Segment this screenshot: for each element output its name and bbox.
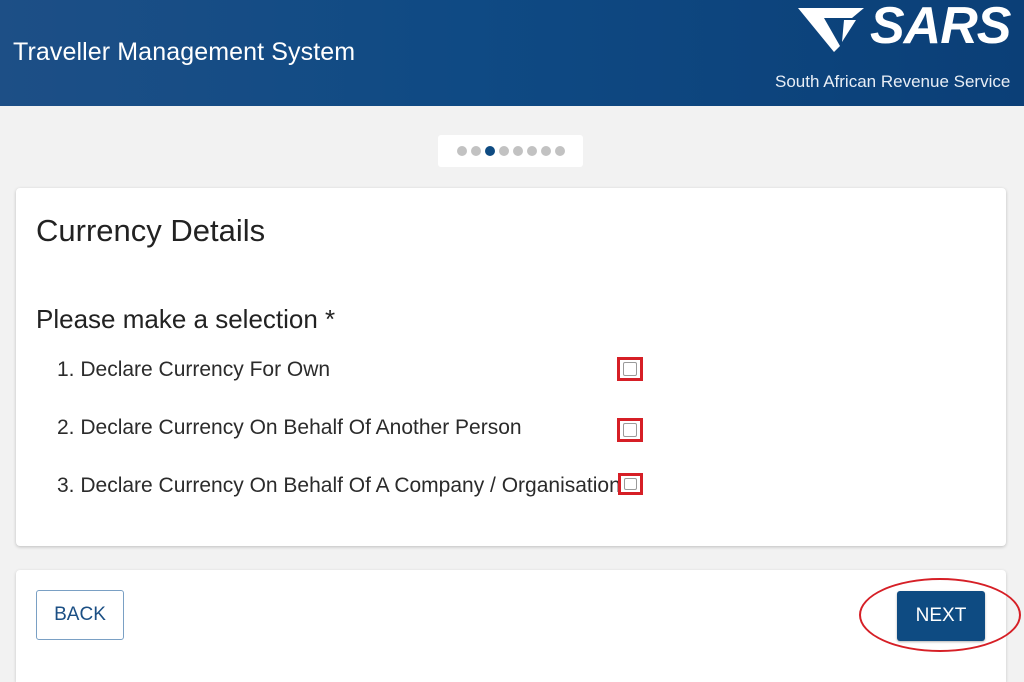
step-dot [498, 146, 509, 156]
app-title: Traveller Management System [13, 38, 356, 66]
organisation-name: South African Revenue Service [775, 72, 1011, 91]
checkbox-own[interactable] [617, 357, 643, 381]
progress-stepper [438, 135, 583, 167]
checkbox-another-person[interactable] [617, 418, 643, 442]
app-header: Traveller Management System SARS South A… [0, 0, 1024, 106]
step-dot [456, 146, 467, 156]
step-dot [526, 146, 537, 156]
step-dot [540, 146, 551, 156]
step-dot [470, 146, 481, 156]
option-label-company: 3. Declare Currency On Behalf Of A Compa… [57, 474, 621, 497]
step-dot [554, 146, 565, 156]
option-label-another-person: 2. Declare Currency On Behalf Of Another… [57, 416, 522, 439]
step-dot [512, 146, 523, 156]
back-button[interactable]: BACK [36, 590, 124, 640]
step-dot-current [484, 146, 495, 156]
navigation-card [16, 570, 1006, 682]
checkbox-company[interactable] [618, 473, 643, 495]
sars-logo-text: SARS [870, 0, 1011, 55]
option-label-own: 1. Declare Currency For Own [57, 358, 331, 381]
next-button[interactable]: NEXT [897, 591, 985, 641]
selection-prompt: Please make a selection * [36, 304, 336, 334]
section-title: Currency Details [36, 213, 266, 248]
